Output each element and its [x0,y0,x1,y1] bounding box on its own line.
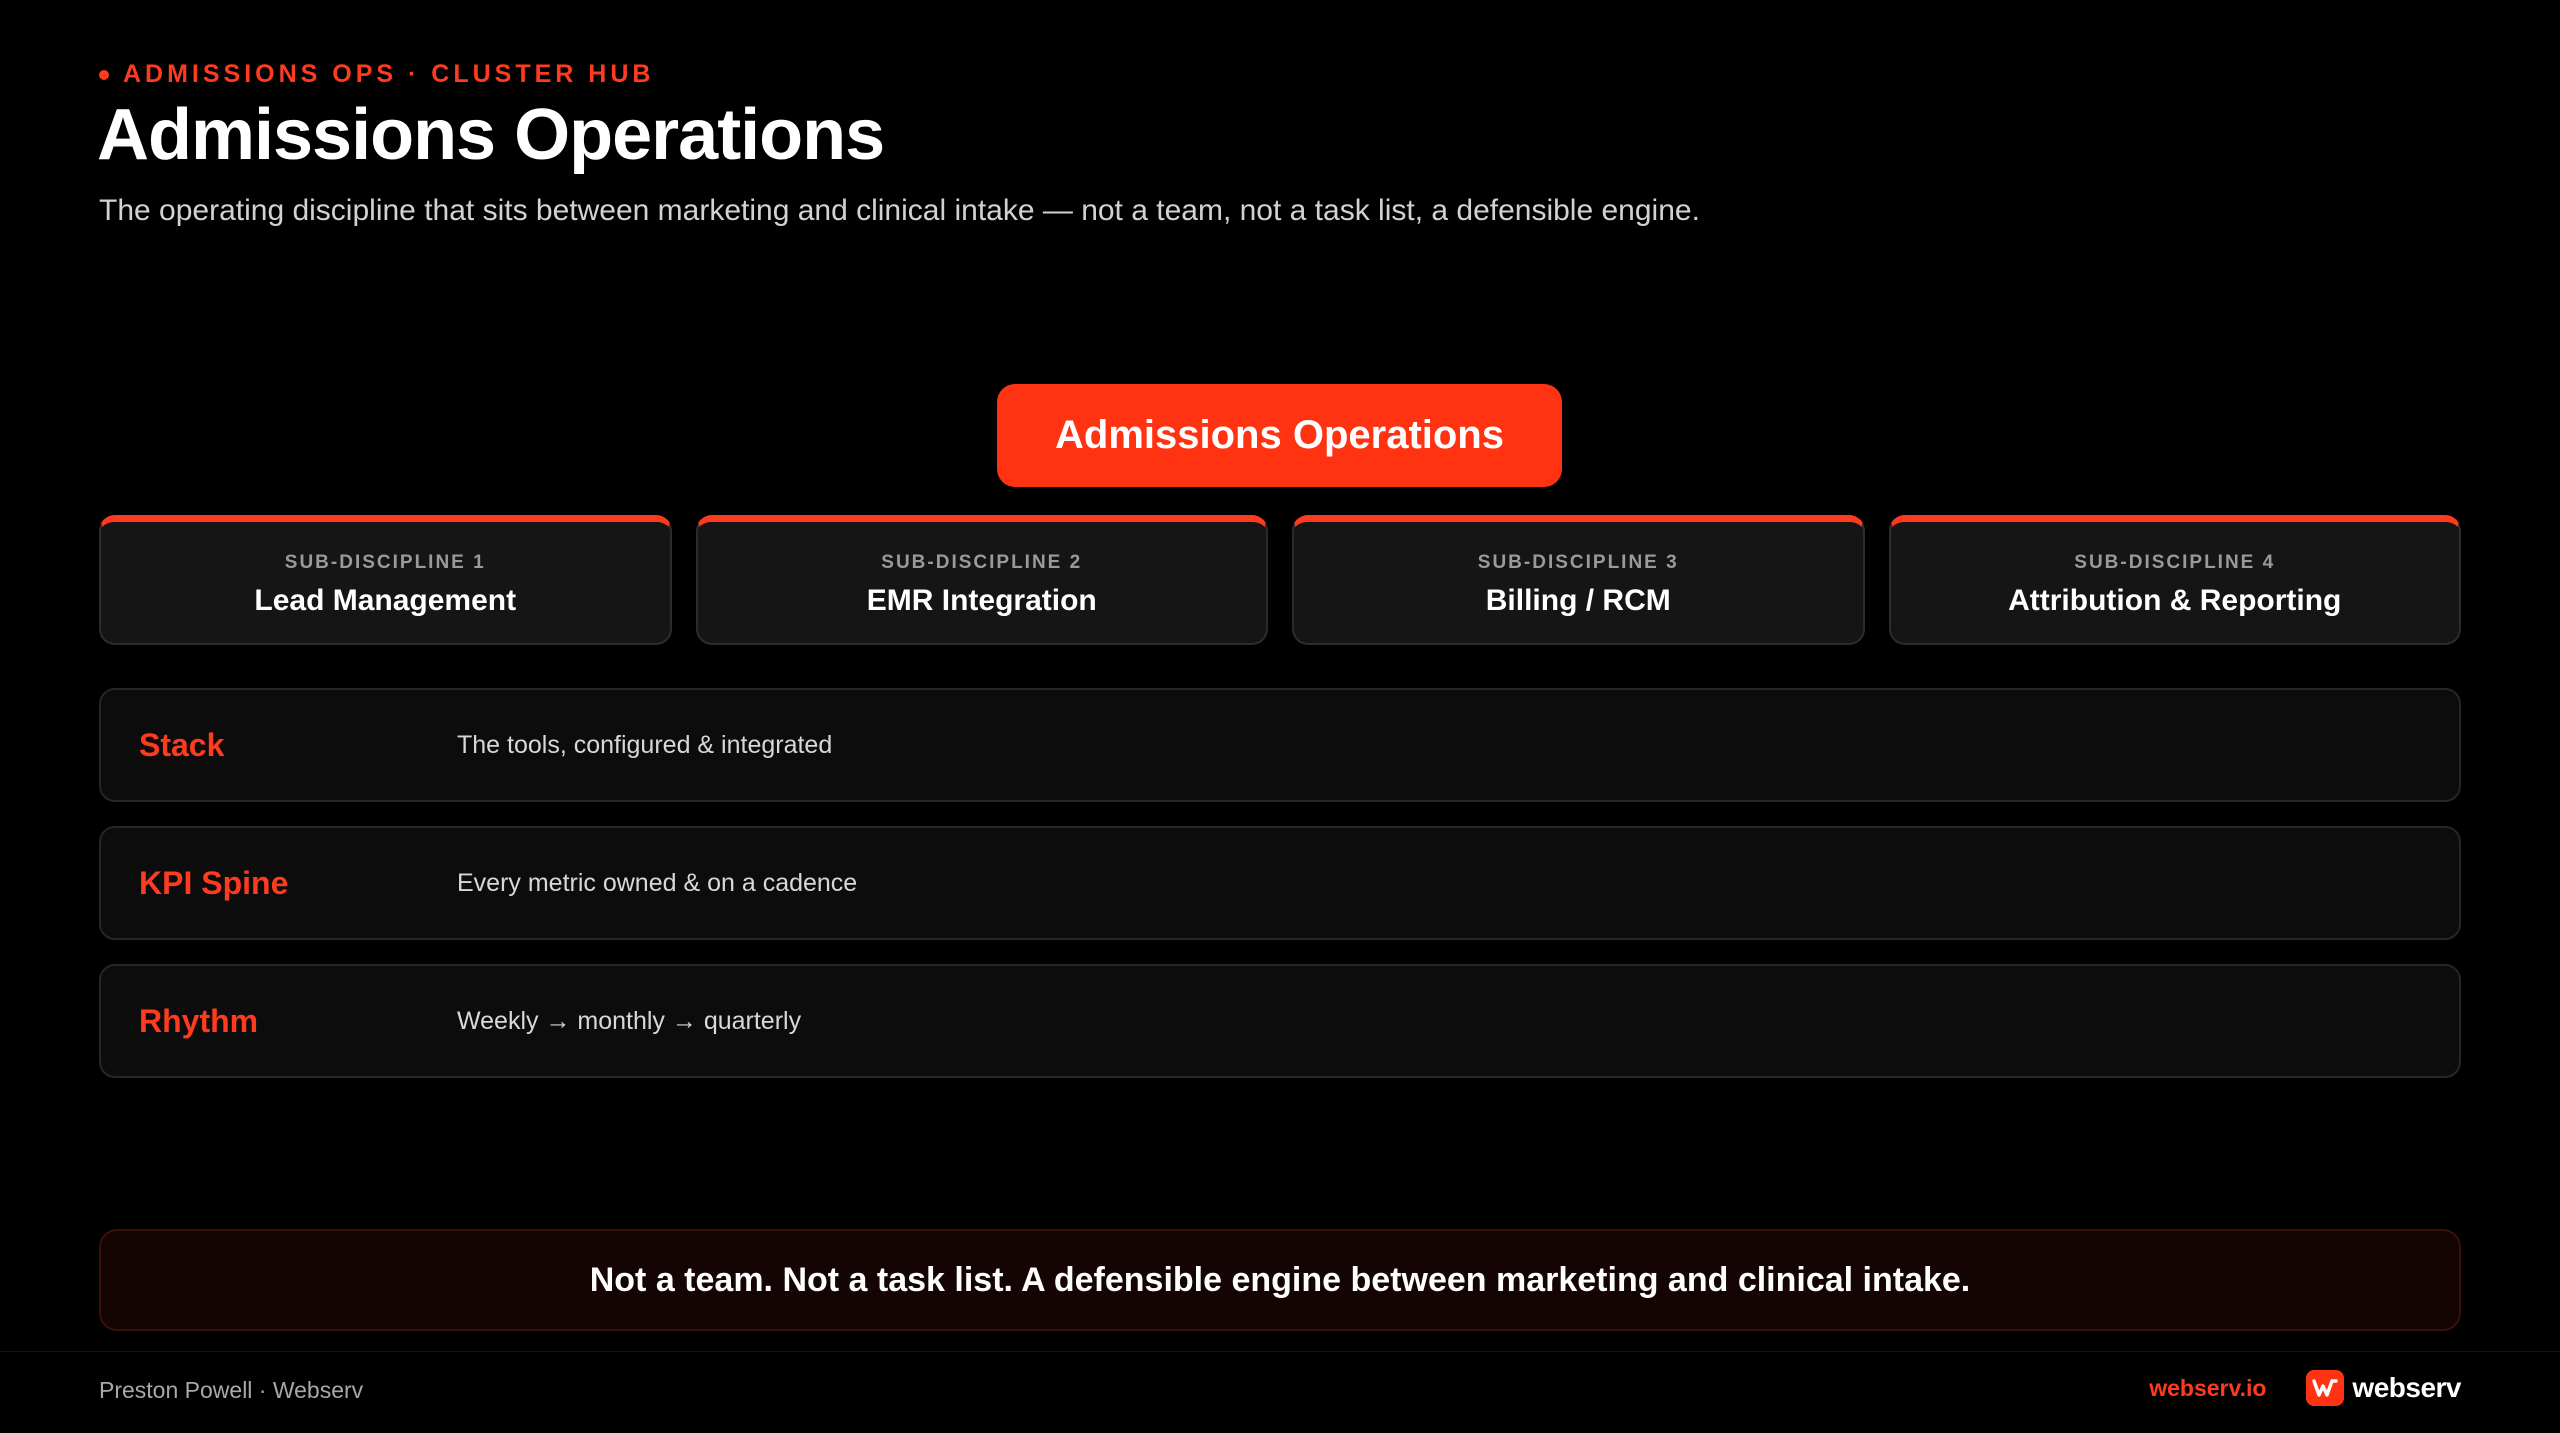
callout-banner: Not a team. Not a task list. A defensibl… [99,1229,2461,1331]
page-subtitle: The operating discipline that sits betwe… [99,194,1700,227]
sub-discipline-name: EMR Integration [866,583,1097,617]
sub-discipline-name: Attribution & Reporting [2008,583,2342,617]
sub-discipline-kicker: SUB-DISCIPLINE 1 [284,551,486,573]
footer-website-link[interactable]: webserv.io [2149,1375,2266,1402]
sub-discipline-card-2: SUB-DISCIPLINE 2 EMR Integration [695,515,1268,645]
brand-logo: webserv [2306,1370,2461,1406]
layer-row-rhythm: Rhythm Weekly → monthly → quarterly [99,964,2461,1078]
page-title: Admissions Operations [97,95,885,175]
sub-discipline-kicker: SUB-DISCIPLINE 2 [881,551,1083,573]
eyebrow-text: ADMISSIONS OPS · CLUSTER HUB [123,60,655,88]
footer-author: Preston Powell · Webserv [99,1377,364,1403]
layer-list: Stack The tools, configured & integrated… [99,688,2461,1078]
webserv-logo-icon [2306,1370,2345,1406]
footer-divider [0,1351,2560,1352]
layer-row-stack: Stack The tools, configured & integrated [99,688,2461,802]
sub-discipline-kicker: SUB-DISCIPLINE 4 [2074,551,2276,573]
sub-discipline-card-1: SUB-DISCIPLINE 1 Lead Management [99,515,672,645]
layer-label: KPI Spine [139,864,289,901]
sub-discipline-card-4: SUB-DISCIPLINE 4 Attribution & Reporting [1888,515,2461,645]
dot-icon [99,69,109,80]
sub-discipline-card-3: SUB-DISCIPLINE 3 Billing / RCM [1292,515,1865,645]
root-node: Admissions Operations [997,384,1562,487]
eyebrow: ADMISSIONS OPS · CLUSTER HUB [99,60,654,89]
layer-label: Stack [139,726,225,763]
sub-discipline-row: SUB-DISCIPLINE 1 Lead Management SUB-DIS… [99,515,2461,645]
layer-description: Weekly → monthly → quarterly [457,1006,802,1035]
layer-description: Every metric owned & on a cadence [457,868,858,897]
brand-name: webserv [2352,1372,2461,1403]
layer-description: The tools, configured & integrated [457,730,833,759]
footer-brand-area: webserv.io webserv [2149,1370,2461,1406]
sub-discipline-name: Billing / RCM [1485,583,1671,617]
sub-discipline-kicker: SUB-DISCIPLINE 3 [1477,551,1679,573]
layer-label: Rhythm [139,1002,259,1039]
slide: ADMISSIONS OPS · CLUSTER HUB Admissions … [0,0,2560,1433]
sub-discipline-name: Lead Management [254,583,517,617]
layer-row-kpi-spine: KPI Spine Every metric owned & on a cade… [99,826,2461,940]
